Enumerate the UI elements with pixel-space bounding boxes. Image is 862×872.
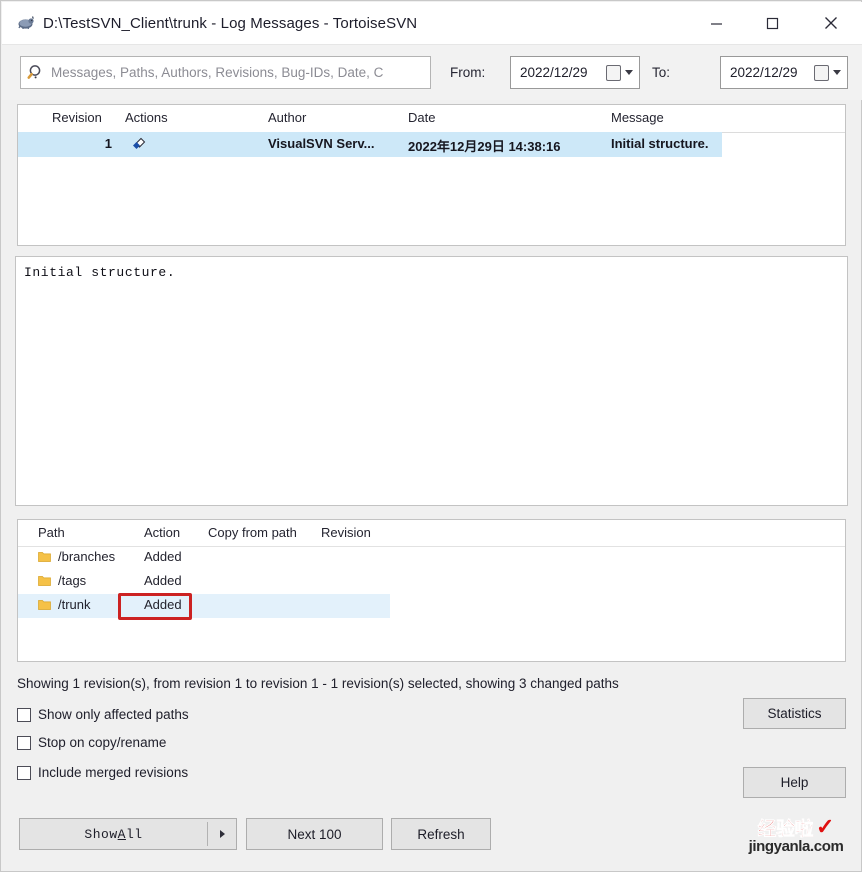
- path-row[interactable]: /tags Added: [18, 570, 390, 594]
- checkbox-box[interactable]: [17, 707, 31, 722]
- show-all-split-button[interactable]: Show All: [19, 818, 237, 850]
- checkbox-box[interactable]: [17, 765, 31, 780]
- path-row[interactable]: /trunk Added: [18, 594, 390, 618]
- refresh-button[interactable]: Refresh: [391, 818, 491, 850]
- commit-message-panel[interactable]: Initial structure.: [15, 256, 848, 506]
- show-all-button[interactable]: Show All: [20, 819, 207, 849]
- status-text: Showing 1 revision(s), from revision 1 t…: [17, 676, 619, 691]
- column-header-revision[interactable]: Revision: [52, 110, 102, 125]
- watermark: 经验啦 ✓ jingyanla.com: [742, 813, 850, 865]
- checkbox-label: Show only affected paths: [38, 707, 189, 722]
- close-button[interactable]: [800, 2, 862, 44]
- minimize-button[interactable]: [688, 2, 744, 44]
- show-all-suffix: ll: [125, 826, 143, 842]
- from-date-value: 2022/12/29: [520, 65, 588, 80]
- chevron-down-icon[interactable]: [829, 70, 845, 75]
- to-date-picker[interactable]: 2022/12/29: [720, 56, 848, 89]
- help-button[interactable]: Help: [743, 767, 846, 798]
- maximize-button[interactable]: [744, 2, 800, 44]
- to-label: To:: [652, 65, 671, 80]
- column-header-action[interactable]: Action: [144, 525, 180, 540]
- column-header-copy-from-path[interactable]: Copy from path: [208, 525, 297, 540]
- folder-icon: [38, 551, 51, 563]
- from-date-picker[interactable]: 2022/12/29: [510, 56, 640, 89]
- checkbox-label: Include merged revisions: [38, 765, 189, 780]
- watermark-brand-text: 经验啦: [757, 818, 814, 840]
- check-icon: ✓: [816, 814, 835, 839]
- log-row[interactable]: 1 VisualSVN Serv... 2022年12月29日 14:38:16…: [18, 132, 722, 157]
- checkbox-label: Stop on copy/rename: [38, 735, 167, 750]
- checkbox-stop-on-copy-rename[interactable]: Stop on copy/rename: [17, 735, 166, 750]
- chevron-right-icon[interactable]: [208, 819, 236, 849]
- show-all-accelerator: A: [117, 826, 126, 842]
- to-date-value: 2022/12/29: [730, 65, 798, 80]
- column-header-author[interactable]: Author: [268, 110, 306, 125]
- watermark-url: jingyanla.com: [748, 838, 844, 855]
- folder-icon: [38, 575, 51, 587]
- log-row-date: 2022年12月29日 14:38:16: [408, 139, 561, 154]
- next-100-button[interactable]: Next 100: [246, 818, 383, 850]
- log-messages-window: D:\TestSVN_Client\trunk - Log Messages -…: [0, 0, 862, 872]
- checkbox-include-merged-revisions[interactable]: Include merged revisions: [17, 765, 188, 780]
- search-icon: [27, 63, 47, 83]
- calendar-icon: [814, 64, 829, 81]
- commit-message-text: Initial structure.: [24, 265, 176, 280]
- calendar-icon: [606, 64, 621, 81]
- add-diamond-icon: [130, 136, 148, 154]
- folder-icon: [38, 599, 51, 611]
- checkbox-box[interactable]: [17, 735, 31, 750]
- show-all-prefix: Show: [84, 826, 118, 842]
- column-header-message[interactable]: Message: [611, 110, 664, 125]
- path-row-name: /branches: [58, 549, 116, 564]
- checkbox-show-only-affected-paths[interactable]: Show only affected paths: [17, 707, 189, 722]
- paths-list-header: Path Action Copy from path Revision: [18, 520, 845, 547]
- watermark-top-row: 经验啦 ✓: [742, 813, 850, 841]
- path-row[interactable]: /branches Added: [18, 546, 390, 570]
- revision-log-list[interactable]: Revision Actions Author Date Message 1 V…: [17, 104, 846, 246]
- column-header-path[interactable]: Path: [38, 525, 65, 540]
- log-list-header: Revision Actions Author Date Message: [18, 105, 845, 133]
- changed-paths-list[interactable]: Path Action Copy from path Revision /bra…: [17, 519, 846, 662]
- column-header-date[interactable]: Date: [408, 110, 435, 125]
- log-row-message: Initial structure.: [611, 136, 709, 151]
- path-row-action: Added: [144, 549, 182, 564]
- from-label: From:: [450, 65, 486, 80]
- path-row-action: Added: [144, 573, 182, 588]
- log-row-author: VisualSVN Serv...: [268, 136, 375, 151]
- column-header-path-revision[interactable]: Revision: [321, 525, 371, 540]
- window-controls: [688, 2, 862, 44]
- search-placeholder: Messages, Paths, Authors, Revisions, Bug…: [51, 65, 384, 80]
- chevron-down-icon[interactable]: [621, 70, 637, 75]
- statistics-button[interactable]: Statistics: [743, 698, 846, 729]
- log-row-revision: 1: [104, 136, 112, 151]
- filter-toolbar: Messages, Paths, Authors, Revisions, Bug…: [2, 45, 862, 100]
- search-input[interactable]: Messages, Paths, Authors, Revisions, Bug…: [20, 56, 431, 89]
- column-header-actions[interactable]: Actions: [125, 110, 168, 125]
- title-bar: D:\TestSVN_Client\trunk - Log Messages -…: [2, 2, 862, 45]
- path-row-name: /trunk: [58, 597, 91, 612]
- path-row-action: Added: [144, 597, 182, 612]
- path-row-name: /tags: [58, 573, 87, 588]
- window-title: D:\TestSVN_Client\trunk - Log Messages -…: [43, 14, 418, 32]
- tortoisesvn-icon: [17, 14, 35, 32]
